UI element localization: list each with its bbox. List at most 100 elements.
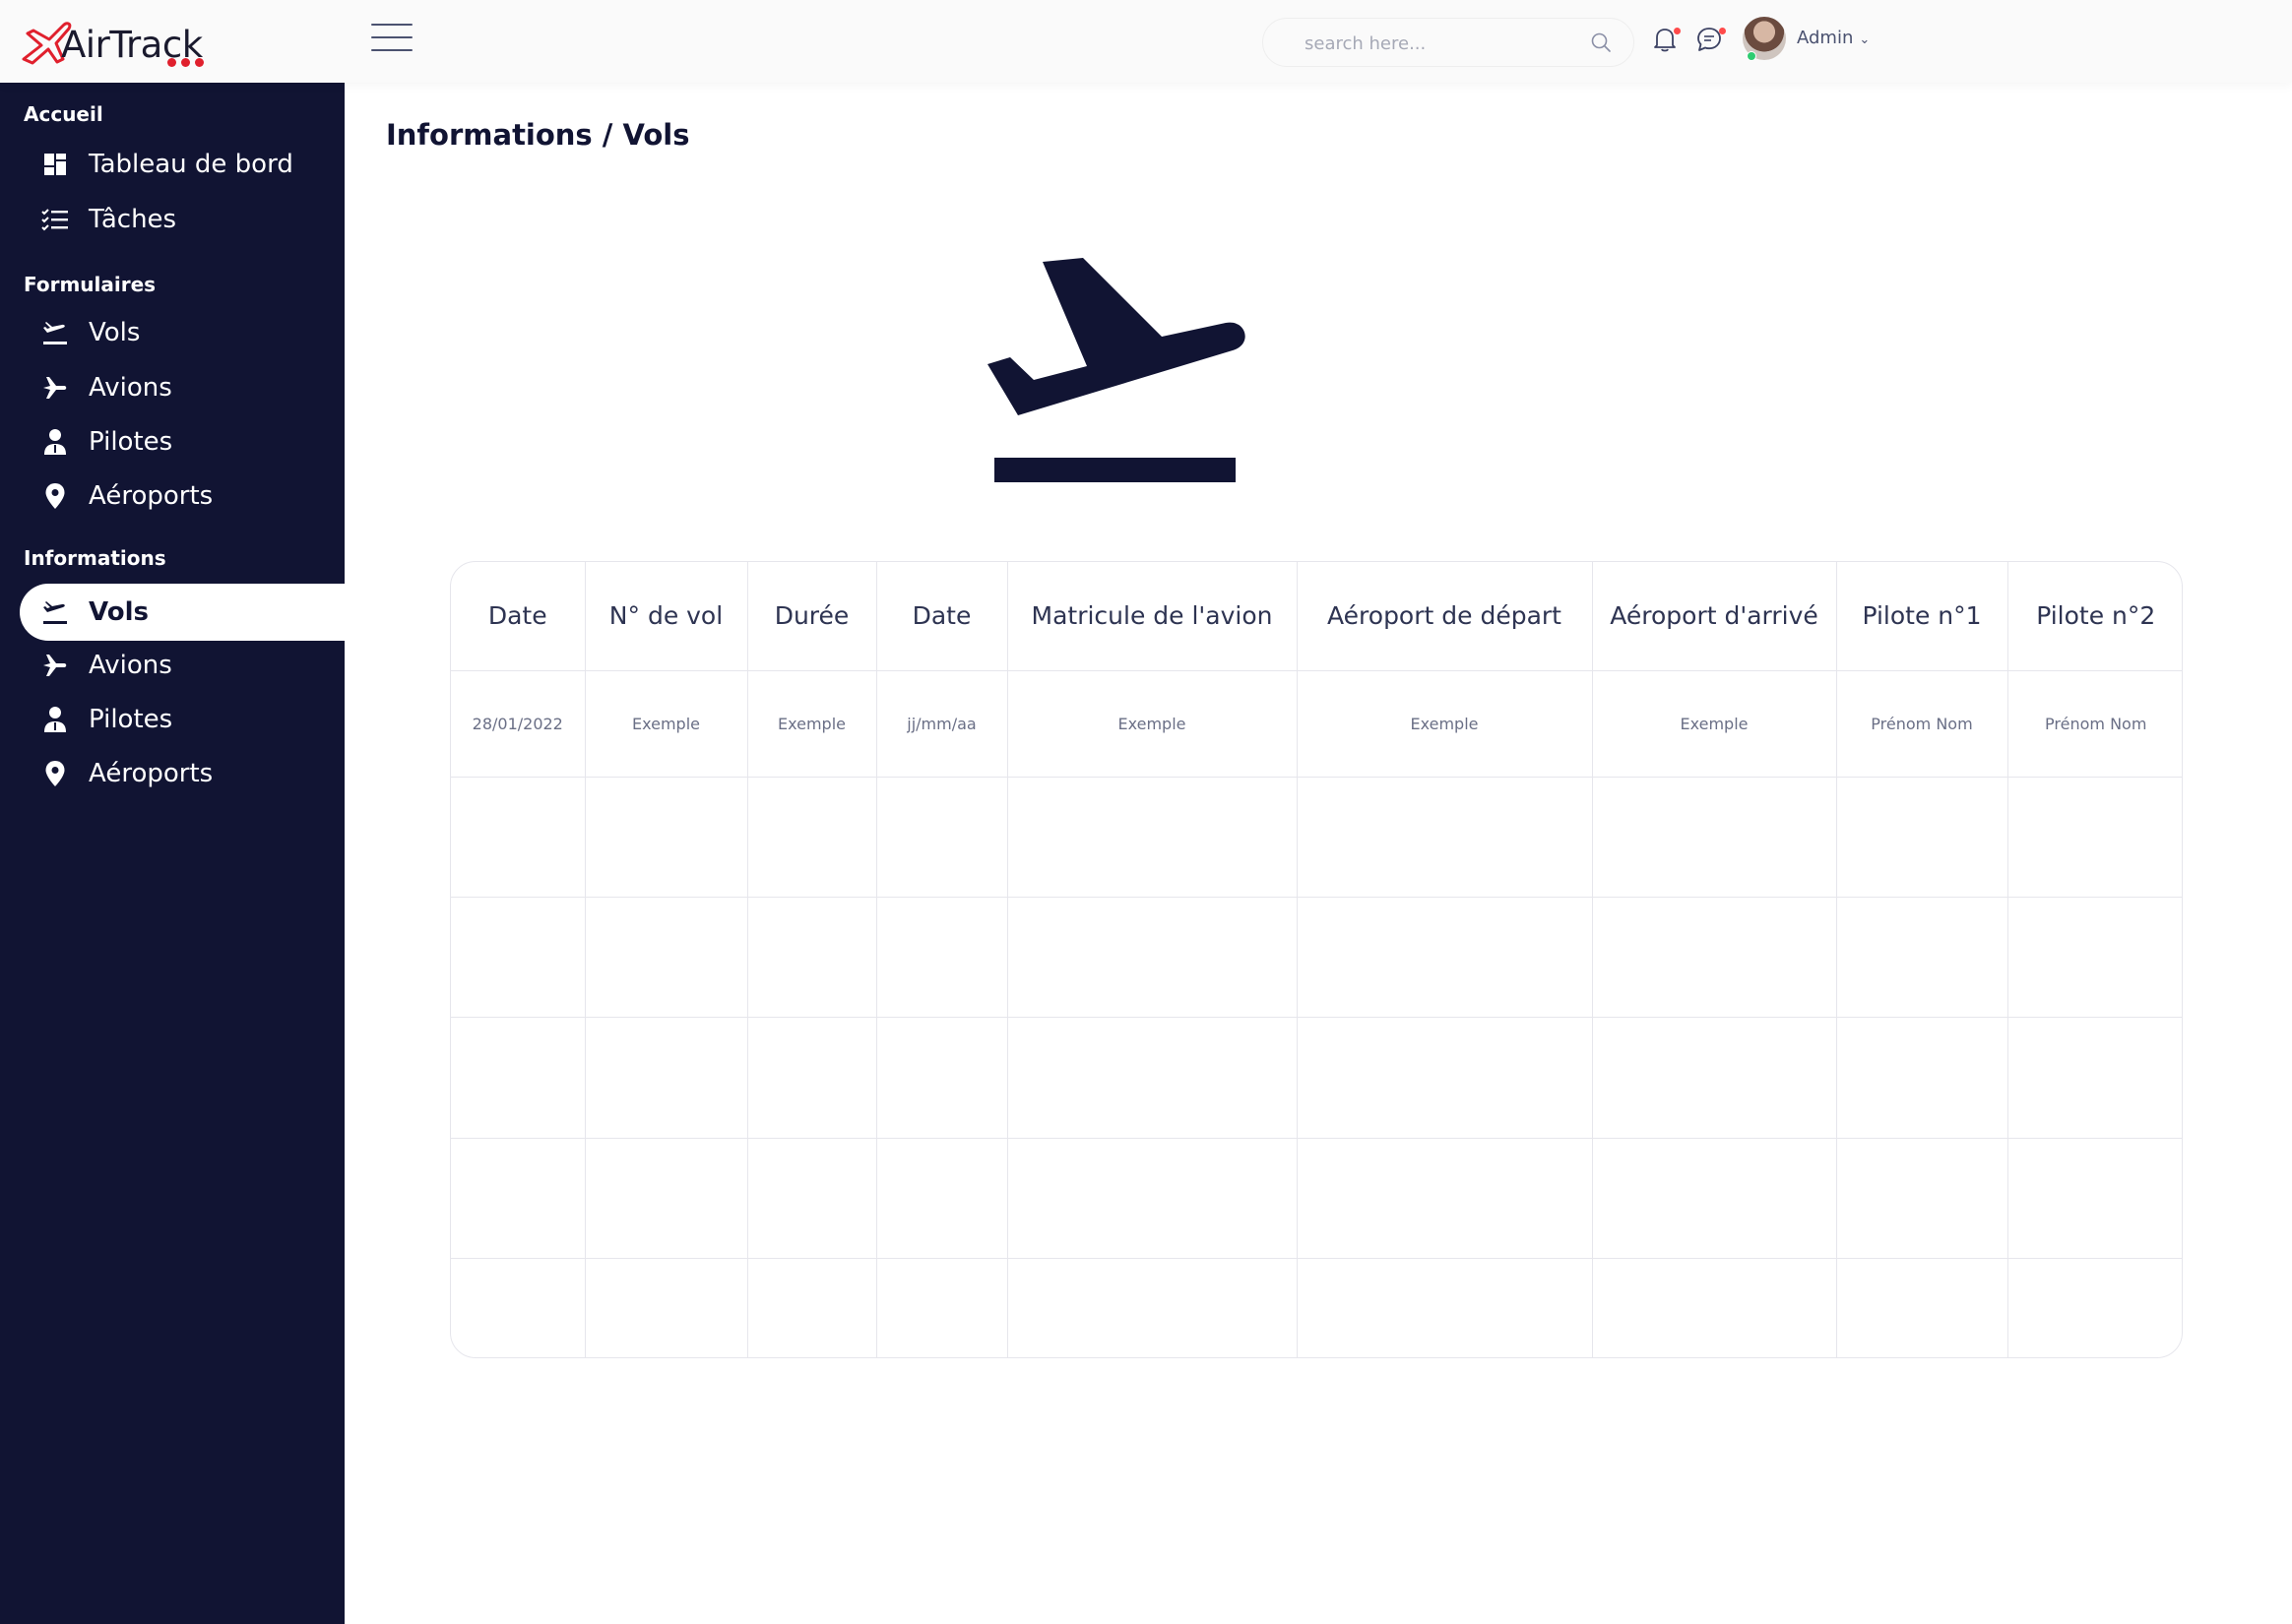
- table-cell: [1592, 1138, 1837, 1260]
- table-cell: [451, 1258, 586, 1357]
- table-row[interactable]: [451, 1258, 2182, 1357]
- table-cell: [2007, 777, 2182, 899]
- table-cell: [1592, 1017, 1837, 1139]
- sidebar-section-informations: Informations: [24, 546, 166, 570]
- table-cell: [1592, 1258, 1837, 1357]
- table-cell: [1836, 777, 2008, 899]
- table-cell: [1592, 897, 1837, 1019]
- sidebar-item-label: Aéroports: [89, 759, 214, 788]
- table-cell: [2007, 897, 2182, 1019]
- table-cell: [1836, 1017, 2008, 1139]
- table-cell: Exemple: [1007, 670, 1298, 778]
- page-title: Informations / Vols: [386, 118, 690, 152]
- table-row[interactable]: 28/01/2022 Exemple Exemple jj/mm/aa Exem…: [451, 670, 2182, 778]
- table-cell: [585, 1017, 748, 1139]
- table-cell: [1592, 777, 1837, 899]
- table-cell: [747, 1258, 877, 1357]
- table-cell: [747, 1138, 877, 1260]
- user-menu[interactable]: Admin ⌄: [1797, 28, 1870, 48]
- sidebar-item-label: Pilotes: [89, 705, 173, 734]
- sidebar-item-label: Avions: [89, 373, 172, 403]
- table-cell: [451, 777, 586, 899]
- top-header: AirTrack Admin ⌄: [0, 0, 2292, 83]
- sidebar-item-label: Vols: [89, 318, 141, 347]
- avatar[interactable]: [1743, 17, 1786, 61]
- table-cell: [451, 1138, 586, 1260]
- online-status-dot: [1747, 51, 1756, 61]
- sidebar-item-label: Tableau de bord: [89, 150, 293, 179]
- column-header[interactable]: Date: [451, 562, 586, 671]
- table-cell: [1836, 1138, 2008, 1260]
- table-cell: Exemple: [1297, 670, 1593, 778]
- table-cell: [1836, 1258, 2008, 1357]
- table-cell: [876, 1138, 1008, 1260]
- table-cell: [1836, 897, 2008, 1019]
- table-cell: [876, 1258, 1008, 1357]
- sidebar-item-info-pilotes[interactable]: Pilotes: [20, 691, 345, 748]
- table-row[interactable]: [451, 777, 2182, 899]
- pilot-icon: [28, 706, 83, 733]
- search-input[interactable]: [1305, 31, 1580, 56]
- notifications-button[interactable]: [1652, 26, 1681, 57]
- sidebar-item-form-pilotes[interactable]: Pilotes: [20, 413, 345, 470]
- pilot-icon: [28, 428, 83, 456]
- sidebar-item-info-aeroports[interactable]: Aéroports: [20, 745, 345, 802]
- column-header[interactable]: Aéroport de départ: [1297, 562, 1593, 671]
- airplane-icon: [28, 652, 83, 679]
- table-cell: [585, 1138, 748, 1260]
- sidebar: Accueil Tableau de bord Tâches Formulair…: [0, 83, 345, 1624]
- notification-dot: [1674, 28, 1681, 34]
- sidebar-item-form-aeroports[interactable]: Aéroports: [20, 468, 345, 525]
- table-cell: [1007, 777, 1298, 899]
- location-pin-icon: [28, 760, 83, 787]
- table-cell: [876, 777, 1008, 899]
- user-name: Admin: [1797, 28, 1854, 48]
- dashboard-icon: [28, 153, 83, 176]
- app-logo[interactable]: AirTrack: [20, 16, 217, 71]
- table-cell: [876, 897, 1008, 1019]
- table-cell: [1297, 1017, 1593, 1139]
- table-cell: [747, 777, 877, 899]
- table-cell: [1297, 897, 1593, 1019]
- flights-table-grid: Date N° de vol Durée Date Matricule de l…: [451, 562, 2182, 1357]
- sidebar-item-info-vols[interactable]: Vols: [20, 584, 345, 641]
- table-cell: Prénom Nom: [1836, 670, 2008, 778]
- messages-button[interactable]: [1695, 26, 1726, 57]
- table-cell: [451, 897, 586, 1019]
- sidebar-section-formulaires: Formulaires: [24, 273, 157, 296]
- column-header[interactable]: N° de vol: [585, 562, 748, 671]
- column-header[interactable]: Pilote n°1: [1836, 562, 2008, 671]
- menu-toggle-icon[interactable]: [371, 24, 413, 55]
- column-header[interactable]: Aéroport d'arrivé: [1592, 562, 1837, 671]
- table-cell: [747, 1017, 877, 1139]
- table-cell: [1007, 1258, 1298, 1357]
- table-cell: [1007, 897, 1298, 1019]
- table-cell: [1297, 1258, 1593, 1357]
- message-dot: [1719, 28, 1726, 34]
- table-cell: [1297, 1138, 1593, 1260]
- column-header[interactable]: Durée: [747, 562, 877, 671]
- column-header[interactable]: Pilote n°2: [2007, 562, 2182, 671]
- table-row[interactable]: [451, 1017, 2182, 1139]
- sidebar-section-accueil: Accueil: [24, 102, 103, 126]
- sidebar-item-info-avions[interactable]: Avions: [20, 637, 345, 694]
- table-cell: [585, 897, 748, 1019]
- sidebar-item-taches[interactable]: Tâches: [20, 191, 345, 248]
- sidebar-item-form-avions[interactable]: Avions: [20, 359, 345, 416]
- search-icon[interactable]: [1590, 31, 1612, 53]
- sidebar-item-form-vols[interactable]: Vols: [20, 304, 345, 361]
- table-cell: Prénom Nom: [2007, 670, 2182, 778]
- table-row[interactable]: [451, 897, 2182, 1019]
- table-header-row: Date N° de vol Durée Date Matricule de l…: [451, 562, 2182, 671]
- table-cell: jj/mm/aa: [876, 670, 1008, 778]
- logo-dots: [167, 58, 204, 67]
- table-row[interactable]: [451, 1138, 2182, 1260]
- column-header[interactable]: Matricule de l'avion: [1007, 562, 1298, 671]
- table-cell: Exemple: [747, 670, 877, 778]
- column-header[interactable]: Date: [876, 562, 1008, 671]
- sidebar-item-label: Vols: [89, 597, 149, 627]
- sidebar-item-tableau-de-bord[interactable]: Tableau de bord: [20, 136, 345, 193]
- location-pin-icon: [28, 482, 83, 510]
- sidebar-item-label: Aéroports: [89, 481, 214, 511]
- table-cell: [1007, 1138, 1298, 1260]
